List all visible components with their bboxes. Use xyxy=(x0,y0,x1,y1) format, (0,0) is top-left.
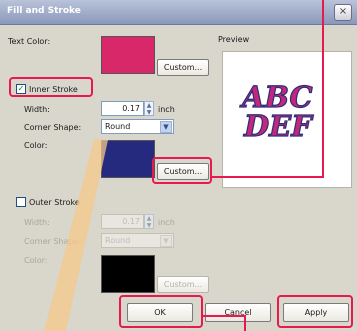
pointer-beam-shape xyxy=(44,139,108,331)
pointer-beam xyxy=(44,139,108,331)
